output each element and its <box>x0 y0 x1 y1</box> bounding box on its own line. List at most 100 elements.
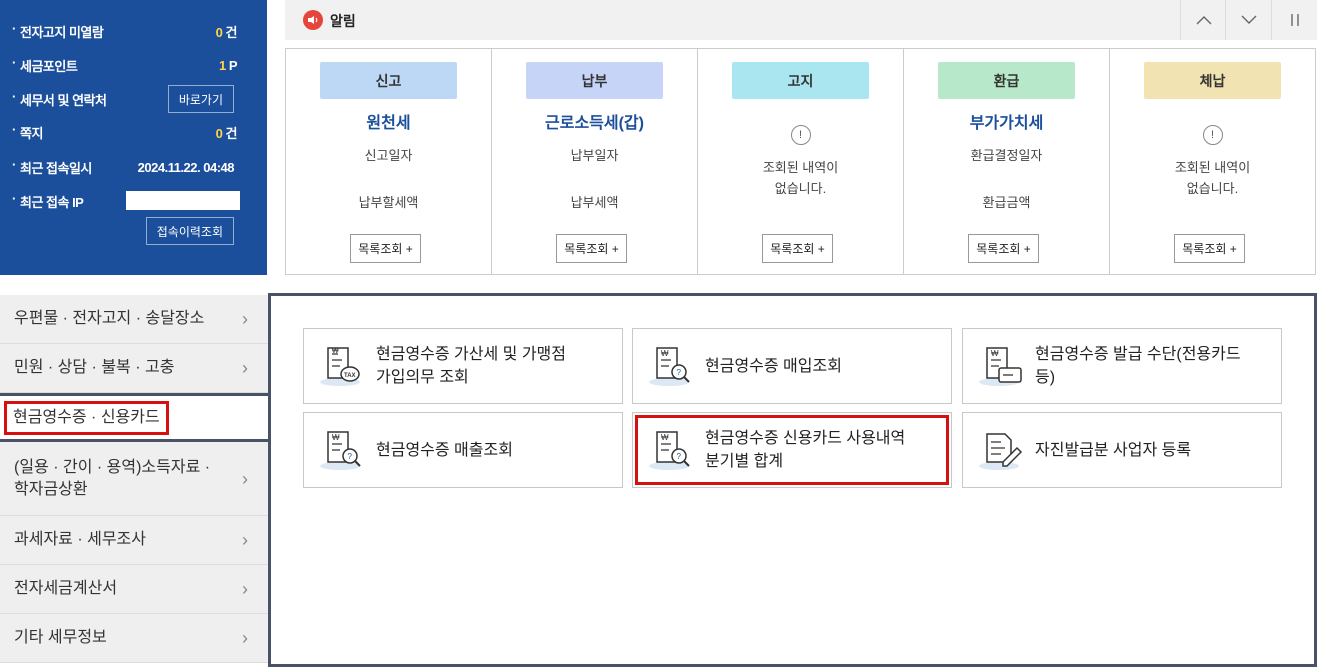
status-chip: 환급 <box>938 62 1075 99</box>
last-login-value: 2024.11.22. 04:48 <box>137 159 235 175</box>
side-menu: 우편물 · 전자고지 · 송달장소 › 민원 · 상담 · 불복 · 고충 › … <box>0 295 272 663</box>
notice-title: 알림 <box>330 13 356 29</box>
status-chip: 납부 <box>526 62 663 99</box>
menu-item-civil-appeal[interactable]: 민원 · 상담 · 불복 · 고충 › <box>0 344 270 393</box>
menu-item-income-data[interactable]: (일용 · 간이 · 용역)소득자료 · 학자금상환 › <box>0 442 270 516</box>
exclamation-icon: ! <box>1202 125 1223 145</box>
login-history-button[interactable]: 접속이력조회 <box>145 217 234 245</box>
menu-item-label: 민원 · 상담 · 불복 · 고충 <box>14 359 175 376</box>
menu-item-label-line1: (일용 · 간이 · 용역)소득자료 · <box>14 458 211 476</box>
menu-item-tax-audit[interactable]: 과세자료 · 세무조사 › <box>0 516 270 565</box>
menu-item-label: 기타 세무정보 <box>14 629 107 646</box>
service-label-line2: 가입의무 조회 <box>376 369 469 386</box>
service-label: 현금영수증 매입조회 <box>705 355 842 378</box>
list-view-button[interactable]: 목록조회 + <box>350 234 421 263</box>
list-view-button[interactable]: 목록조회 + <box>556 234 627 263</box>
receipt-search-icon: ₩? <box>320 431 361 470</box>
service-cash-receipt-card[interactable]: ₩ 현금영수증 발급 수단(전용카드등) <box>962 328 1282 404</box>
card-line2: 환급금액 <box>982 195 1031 210</box>
service-label-line1: 현금영수증 신용카드 사용내역 <box>705 430 906 447</box>
list-view-button[interactable]: 목록조회 + <box>968 234 1039 263</box>
pause-icon <box>1290 14 1299 26</box>
empty-text: 없습니다. <box>774 181 827 196</box>
card-line2: 납부할세액 <box>358 195 419 210</box>
messages-unit: 건 <box>225 125 238 141</box>
unread-notice-value: 0 <box>215 24 223 40</box>
exclamation-icon: ! <box>790 125 811 145</box>
chevron-up-icon <box>1196 16 1211 25</box>
card-title[interactable]: 부가가치세 <box>904 109 1109 133</box>
unread-notice-unit: 건 <box>225 24 238 40</box>
status-chip: 고지 <box>732 62 869 99</box>
service-label: 현금영수증 가산세 및 가맹점가입의무 조회 <box>376 343 566 389</box>
receipt-tax-icon: ₩ TAX <box>320 347 360 386</box>
status-card-refund: 환급 부가가치세 환급결정일자 환급금액 목록조회 + <box>904 49 1110 274</box>
menu-item-label: 전자세금계산서 <box>14 580 118 597</box>
card-title[interactable]: 원천세 <box>286 109 491 133</box>
service-card-quarterly-total[interactable]: ₩? 현금영수증 신용카드 사용내역 분기별 합계 <box>632 412 952 488</box>
service-label: 현금영수증 매출조회 <box>376 439 513 462</box>
unread-notice-row: 전자고지 미열람 0 건 <box>12 21 238 41</box>
svg-text:₩: ₩ <box>332 348 339 355</box>
empty-text: 조회된 내역이 <box>1174 160 1251 175</box>
service-label: 자진발급분 사업자 등록 <box>1035 439 1191 462</box>
tax-status-cards: 신고 원천세 신고일자 납부할세액 목록조회 + 납부 근로소득세(갑) 납부일… <box>285 48 1316 275</box>
tax-office-link-button[interactable]: 바로가기 <box>167 85 234 113</box>
service-cash-receipt-sales[interactable]: ₩? 현금영수증 매출조회 <box>303 412 623 488</box>
service-self-issue-register[interactable]: 자진발급분 사업자 등록 <box>962 412 1282 488</box>
menu-item-other-tax-info[interactable]: 기타 세무정보 › <box>0 614 270 663</box>
service-label-line1: 현금영수증 가산세 및 가맹점 <box>376 346 566 363</box>
service-label: 현금영수증 신용카드 사용내역 분기별 합계 <box>705 427 905 473</box>
menu-item-label-line2: 학자금상환 <box>14 480 88 498</box>
service-label: 현금영수증 발급 수단(전용카드등) <box>1035 343 1241 389</box>
service-label-line1: 현금영수증 매입조회 <box>705 357 842 375</box>
unread-notice-count[interactable]: 0 건 <box>215 22 238 41</box>
chevron-right-icon: › <box>242 358 248 378</box>
menu-item-cash-receipt[interactable]: 현금영수증 · 신용카드 <box>0 393 272 442</box>
tax-office-label: 세무서 및 연락처 <box>12 89 107 109</box>
service-label-line2: 등) <box>1035 369 1056 386</box>
service-cash-receipt-penalty[interactable]: ₩ TAX 현금영수증 가산세 및 가맹점가입의무 조회 <box>303 328 623 404</box>
chevron-right-icon: › <box>242 468 248 489</box>
svg-text:₩: ₩ <box>991 349 999 358</box>
card-line2: 납부세액 <box>570 195 619 210</box>
messages-row: 쪽지 0 건 <box>12 122 238 142</box>
submenu-panel: ₩ TAX 현금영수증 가산세 및 가맹점가입의무 조회 ₩? 현금영수증 매입조… <box>268 293 1317 667</box>
menu-item-e-tax-invoice[interactable]: 전자세금계산서 › <box>0 565 270 614</box>
notice-pause-button[interactable] <box>1271 0 1317 40</box>
messages-value: 0 <box>215 125 223 141</box>
service-cash-receipt-purchase[interactable]: ₩? 현금영수증 매입조회 <box>632 328 952 404</box>
service-label-line1: 현금영수증 매출조회 <box>376 441 513 459</box>
menu-item-label: 과세자료 · 세무조사 <box>14 531 146 548</box>
card-line1: 납부일자 <box>570 148 619 163</box>
status-card-arrears: 체납 ! 조회된 내역이 없습니다. 목록조회 + <box>1110 49 1315 274</box>
last-login-row: 최근 접속일시 2024.11.22. 04:48 <box>12 157 235 177</box>
empty-text: 없습니다. <box>1186 181 1239 196</box>
notice-up-button[interactable] <box>1180 0 1226 40</box>
messages-count[interactable]: 0 건 <box>215 123 238 142</box>
list-view-button[interactable]: 목록조회 + <box>1174 234 1245 263</box>
list-view-button[interactable]: 목록조회 + <box>762 234 833 263</box>
chevron-right-icon: › <box>242 579 248 599</box>
unread-notice-label: 전자고지 미열람 <box>12 21 104 41</box>
last-login-label: 최근 접속일시 <box>12 157 92 177</box>
card-line1: 환급결정일자 <box>970 148 1043 163</box>
chevron-right-icon: › <box>242 628 248 648</box>
tax-points-value: 1 <box>218 57 226 73</box>
empty-state: ! 조회된 내역이 없습니다. <box>698 125 903 199</box>
service-label-line1: 현금영수증 발급 수단(전용카드 <box>1035 346 1241 363</box>
status-card-payment: 납부 근로소득세(갑) 납부일자 납부세액 목록조회 + <box>492 49 698 274</box>
status-card-report: 신고 원천세 신고일자 납부할세액 목록조회 + <box>286 49 492 274</box>
svg-text:₩: ₩ <box>661 433 669 442</box>
status-chip: 신고 <box>320 62 457 99</box>
tax-points-count[interactable]: 1 P <box>218 57 238 73</box>
card-title[interactable]: 근로소득세(갑) <box>492 109 697 133</box>
svg-text:₩: ₩ <box>661 349 669 358</box>
svg-text:?: ? <box>677 368 682 377</box>
svg-text:₩: ₩ <box>332 433 340 442</box>
menu-item-mail-notice[interactable]: 우편물 · 전자고지 · 송달장소 › <box>0 295 270 344</box>
svg-text:TAX: TAX <box>344 373 356 379</box>
notice-down-button[interactable] <box>1225 0 1271 40</box>
tax-points-unit: P <box>228 57 238 73</box>
user-info-panel: 전자고지 미열람 0 건 세금포인트 1 P 세무서 및 연락처 바로가기 쪽지… <box>0 0 267 275</box>
